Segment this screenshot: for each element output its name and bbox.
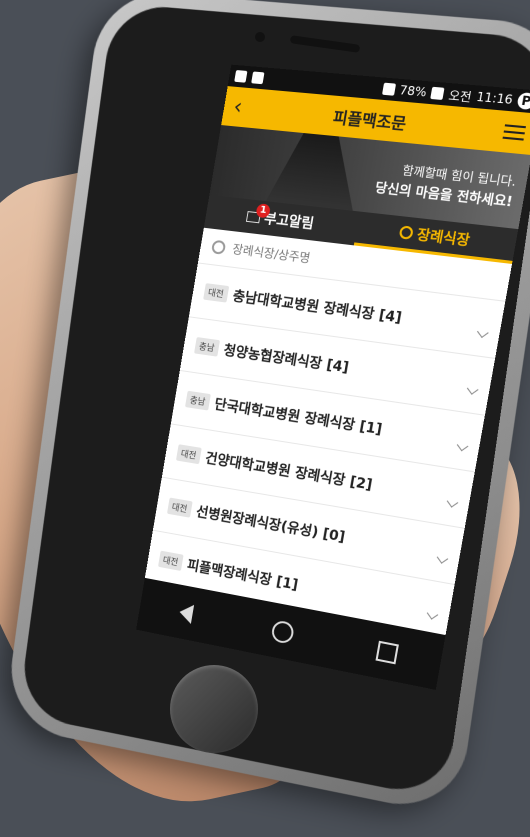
chevron-down-icon[interactable] [446, 496, 459, 508]
chevron-down-icon[interactable] [426, 608, 439, 620]
funeral-hall-name: 청양농협장례식장 [4] [222, 342, 350, 376]
suit-image [266, 131, 365, 211]
hamburger-menu-icon[interactable] [502, 124, 526, 141]
tab-label: 장례식장 [415, 226, 472, 249]
menu-bar [504, 124, 526, 129]
region-badge: 충남 [194, 337, 220, 357]
funeral-hall-name: 선병원장례식장(유성) [0] [194, 503, 347, 546]
clock: 11:16 [475, 89, 514, 108]
app-icon [251, 71, 265, 85]
region-badge: 충남 [184, 390, 211, 411]
chevron-down-icon[interactable] [476, 326, 489, 339]
back-icon[interactable]: ‹ [232, 94, 244, 119]
status-left-icons [234, 70, 265, 85]
funeral-hall-name: 건양대학교병원 장례식장 [2] [204, 450, 374, 494]
menu-bar [503, 130, 525, 135]
notification-icon [234, 70, 248, 83]
region-badge: 대전 [175, 444, 202, 465]
nav-recent-apps-icon[interactable] [375, 640, 400, 664]
nav-back-icon[interactable] [177, 601, 195, 624]
region-badge: 대전 [166, 497, 193, 518]
front-camera [255, 32, 265, 42]
search-icon [210, 239, 227, 255]
chevron-down-icon[interactable] [466, 383, 479, 395]
menu-bar [502, 136, 524, 141]
search-icon [399, 225, 415, 240]
nav-home-icon[interactable] [270, 619, 296, 645]
page-title: 피플맥조문 [331, 107, 408, 134]
time-prefix: 오전 [447, 87, 473, 104]
wifi-icon [381, 82, 396, 96]
physical-home-button [170, 665, 258, 753]
funeral-hall-name: 충남대학교병원 장례식장 [4] [231, 288, 403, 327]
p-icon: P [516, 92, 530, 111]
region-badge: 대전 [203, 283, 229, 303]
funeral-hall-name: 단국대학교병원 장례식장 [1] [213, 396, 384, 438]
chevron-down-icon[interactable] [436, 552, 449, 564]
battery-icon [430, 86, 445, 101]
tab-label: 부고알림 [262, 211, 315, 233]
region-badge: 대전 [158, 550, 184, 571]
battery-percent: 78% [398, 83, 428, 100]
chevron-down-icon[interactable] [456, 439, 469, 452]
